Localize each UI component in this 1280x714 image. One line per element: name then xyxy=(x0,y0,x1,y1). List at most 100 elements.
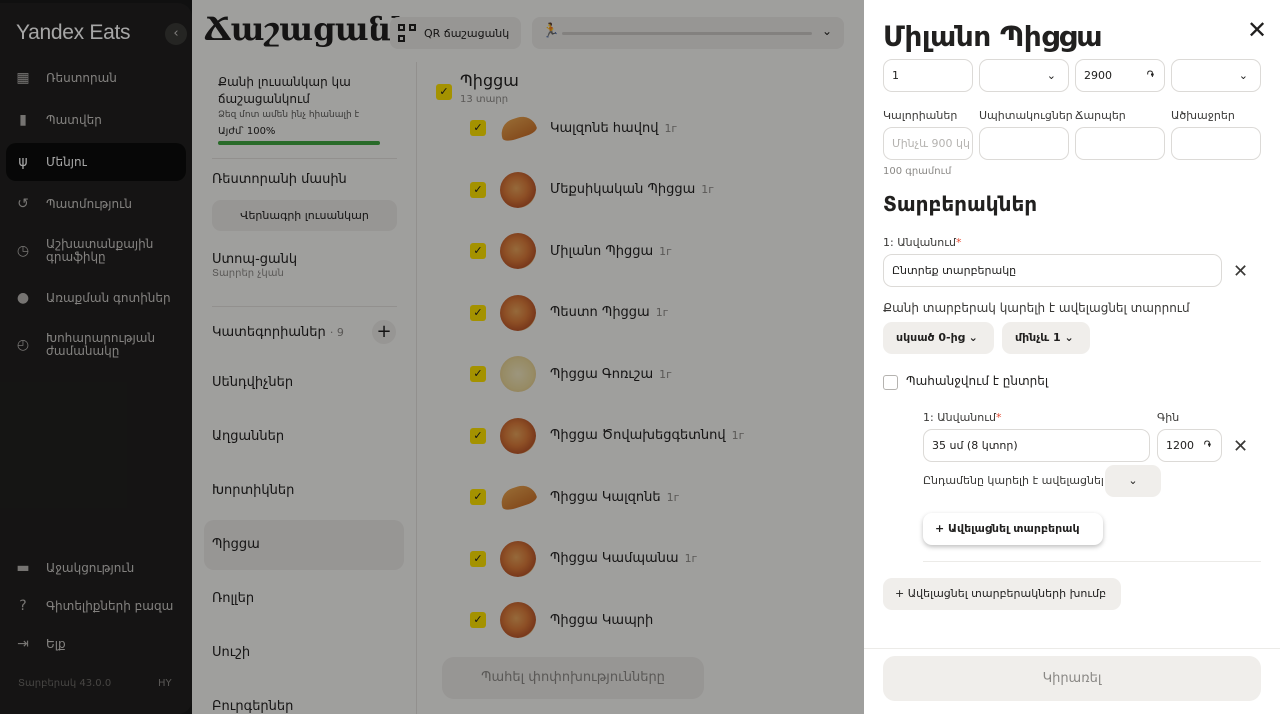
sidebar-item-label: Գիտելիքների բազա xyxy=(46,598,174,613)
sidebar-nav: ▦ Ռեստորան ▮ Պատվեր ψ Մենյու ↺ Պատմությո… xyxy=(6,59,186,373)
save-changes-button[interactable]: Պահել փոփոխությունները xyxy=(442,657,704,699)
item-name: Պիցցա Կապրի xyxy=(550,612,654,628)
sidebar-item-logout[interactable]: ⇥ Ելք xyxy=(6,627,186,661)
item-checkbox[interactable]: ✓ xyxy=(470,612,486,628)
amount-input[interactable]: 1 xyxy=(883,59,973,92)
sidebar-item-cooking-time[interactable]: ◴ Խոհարարության ժամանակը xyxy=(6,321,186,369)
sidebar-item-label: Աշխատանքային գրաֆիկը xyxy=(46,237,154,264)
menu-item-row[interactable]: ✓ Պիցցա Գոռւշա 1г xyxy=(470,349,860,399)
option-total-select[interactable]: ⌄ xyxy=(1105,465,1161,497)
item-weight: 1г xyxy=(659,244,672,258)
remove-group-icon[interactable]: ✕ xyxy=(1233,261,1248,282)
category-item[interactable]: Բուրգերներ xyxy=(204,682,404,714)
item-weight: 1г xyxy=(731,429,745,442)
photo-progress-subtitle: Ձեզ մոտ ամեն ինչ հիանալի է xyxy=(218,110,360,120)
min-variants-select[interactable]: սկսած 0-ից ⌄ xyxy=(883,322,994,354)
category-item-active[interactable]: Պիցցա xyxy=(204,520,404,570)
max-variants-select[interactable]: մինչև 1 ⌄ xyxy=(1002,322,1090,354)
sidebar-item-label: Աջակցություն xyxy=(46,560,135,575)
proteins-input[interactable] xyxy=(979,127,1069,160)
sidebar-item-history[interactable]: ↺ Պատմություն xyxy=(6,185,186,223)
menu-item-row[interactable]: ✓ Պիցցա Կապրի xyxy=(470,595,860,645)
carbs-input[interactable] xyxy=(1171,127,1261,160)
item-checkbox[interactable]: ✓ xyxy=(470,489,486,505)
sidebar-item-schedule[interactable]: ◷ Աշխատանքային գրաֆիկը xyxy=(6,227,186,275)
item-name: Մեքսիկական Պիցցա xyxy=(550,182,696,197)
restaurant-select[interactable]: 🏃 ⌄ xyxy=(532,17,844,49)
category-item[interactable]: Ռոլլեր xyxy=(204,574,404,624)
qr-code-icon xyxy=(398,24,416,42)
item-checkbox[interactable]: ✓ xyxy=(470,427,486,444)
chevron-left-icon[interactable]: ‹ xyxy=(165,23,187,45)
category-item[interactable]: Սուշի xyxy=(204,628,404,678)
option-name-input[interactable]: 35 սմ (8 կտոր) xyxy=(923,429,1150,462)
add-variant-group-label: Ավելացնել տարբերակների խումբ xyxy=(907,587,1107,600)
item-checkbox[interactable]: ✓ xyxy=(470,550,486,567)
menu-item-row[interactable]: ✓ Պեստո Պիցցա 1г xyxy=(470,288,860,338)
stop-list-title[interactable]: Ստոպ-ցանկ xyxy=(212,252,297,267)
category-item[interactable]: Խորտիկներ xyxy=(204,466,404,516)
sidebar-item-menu[interactable]: ψ Մենյու xyxy=(6,143,186,181)
item-checkbox[interactable]: ✓ xyxy=(470,243,486,259)
drawer-title: Միլանո Պիցցա xyxy=(883,20,1103,53)
qr-menu-label: QR ճաշացանկ xyxy=(424,26,510,40)
qr-menu-button[interactable]: QR ճաշացանկ xyxy=(390,17,522,49)
item-photo xyxy=(500,110,536,146)
add-variant-group-button[interactable]: + Ավելացնել տարբերակների խումբ xyxy=(883,578,1121,610)
menu-item-row[interactable]: ✓ Պիցցա Կամպանա 1г xyxy=(470,534,860,584)
required-asterisk: * xyxy=(955,236,962,249)
price-input[interactable]: 2900 ֏ xyxy=(1075,59,1165,92)
carbs-label: Ածխաջրեր xyxy=(1171,109,1235,122)
divider xyxy=(212,158,397,159)
item-checkbox[interactable]: ✓ xyxy=(470,304,486,321)
category-item[interactable]: Սենդվիչներ xyxy=(204,358,404,408)
variants-title: Տարբերակներ xyxy=(883,192,1038,216)
divider xyxy=(923,561,1261,562)
category-item[interactable]: Աղցաններ xyxy=(204,412,404,462)
vat-select[interactable]: ⌄ xyxy=(1171,59,1261,92)
option-price-input[interactable]: 1200 ֏ xyxy=(1157,429,1222,462)
min-variants-value: սկսած 0-ից xyxy=(896,331,965,344)
item-checkbox[interactable]: ✓ xyxy=(470,120,486,136)
item-name: Պիցցա Կամպանա xyxy=(550,551,679,566)
required-checkbox[interactable] xyxy=(883,375,898,390)
unit-select[interactable]: ⌄ xyxy=(979,59,1069,92)
fats-label: Ճարպեր xyxy=(1075,109,1126,122)
sidebar-item-label: Մենյու xyxy=(46,154,87,169)
chevron-down-icon: ⌄ xyxy=(1064,331,1074,344)
chevron-down-icon: ⌄ xyxy=(1238,69,1248,82)
footer-divider xyxy=(864,648,1280,649)
apply-button[interactable]: Կիրառել xyxy=(883,656,1261,701)
menu-item-row[interactable]: ✓ Պիցցա Ծովախեցգետնով 1г xyxy=(470,411,860,461)
remove-option-icon[interactable]: ✕ xyxy=(1233,436,1248,457)
calories-input[interactable]: Մինչև 900 կկալ xyxy=(883,127,973,160)
sidebar-item-restaurant[interactable]: ▦ Ռեստորան xyxy=(6,59,186,97)
menu-item-row[interactable]: ✓ Պիցցա Կալզոնե 1г xyxy=(470,472,860,522)
plus-icon: + xyxy=(935,522,949,535)
page-title: Ճաշացանկ xyxy=(204,10,414,48)
sidebar-item-label: Պատմություն xyxy=(46,196,132,211)
add-variant-button[interactable]: + Ավելացնել տարբերակ xyxy=(923,513,1103,545)
header-photo-button[interactable]: Վերնագրի լուսանկար xyxy=(212,200,397,231)
menu-item-row[interactable]: ✓ Մեքսիկական Պիցցա 1г xyxy=(470,165,860,215)
history-icon: ↺ xyxy=(17,195,29,212)
item-photo xyxy=(500,540,536,577)
variant-group-name-input[interactable]: Ընտրեք տարբերակը xyxy=(883,254,1222,287)
sidebar-item-knowledge-base[interactable]: ? Գիտելիքների բազա xyxy=(6,589,186,623)
item-checkbox[interactable]: ✓ xyxy=(470,181,486,198)
sidebar-item-delivery-zones[interactable]: ● Առաքման գոտիներ xyxy=(6,279,186,317)
sidebar-item-orders[interactable]: ▮ Պատվեր xyxy=(6,101,186,139)
about-restaurant-link[interactable]: Ռեստորանի մասին xyxy=(212,172,347,187)
fats-input[interactable] xyxy=(1075,127,1165,160)
menu-item-row[interactable]: ✓ Կալզոնե հավով 1г xyxy=(470,103,860,153)
language-switch[interactable]: HY xyxy=(158,678,172,689)
add-category-button[interactable]: + xyxy=(372,320,396,344)
calories-placeholder: Մինչև 900 կկալ xyxy=(892,137,970,150)
item-checkbox[interactable]: ✓ xyxy=(470,366,486,382)
close-icon[interactable]: ✕ xyxy=(1247,18,1267,42)
sidebar-item-support[interactable]: ▬ Աջակցություն xyxy=(6,551,186,585)
menu-item-row[interactable]: ✓ Միլանո Պիցցա 1г xyxy=(470,226,860,276)
group-checkbox[interactable]: ✓ xyxy=(436,84,452,100)
divider xyxy=(212,306,397,307)
sidebar-bottom-nav: ▬ Աջակցություն ? Գիտելիքների բազա ⇥ Ելք xyxy=(6,551,186,665)
